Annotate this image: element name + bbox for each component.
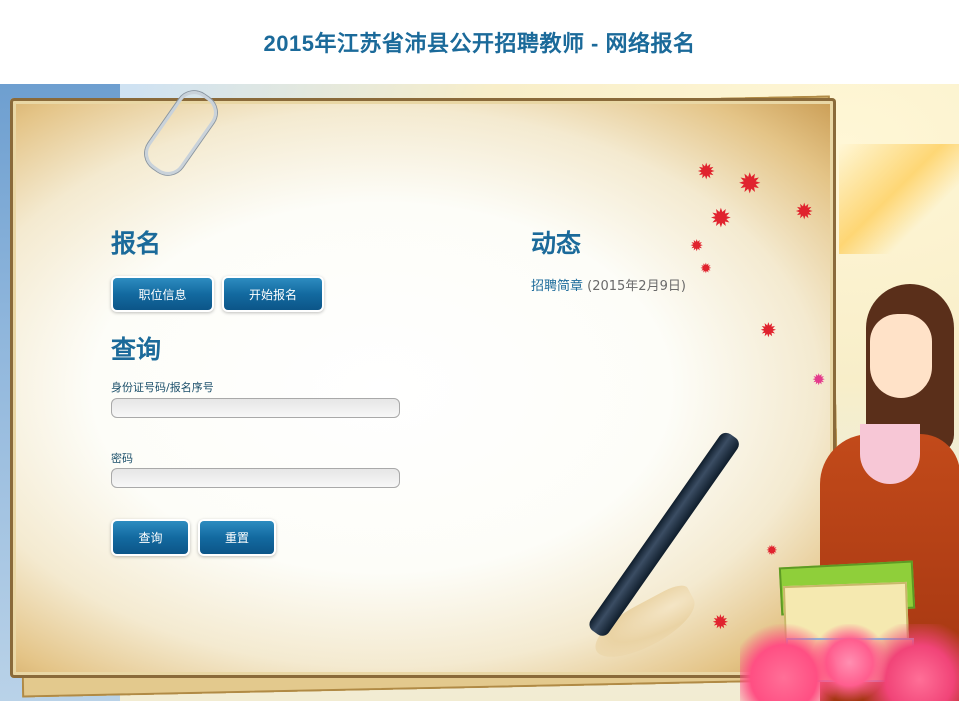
reset-button[interactable]: 重置: [200, 521, 274, 554]
page-title: 2015年江苏省沛县公开招聘教师 - 网络报名: [263, 31, 696, 56]
password-label: 密码: [111, 452, 133, 465]
job-info-button[interactable]: 职位信息: [113, 278, 212, 310]
teacher-collar: [860, 424, 920, 484]
maple-leaf-icon: ✹: [712, 610, 729, 634]
maple-leaf-icon: ✹: [710, 204, 732, 234]
maple-leaf-icon: ✹: [697, 160, 716, 185]
maple-leaf-icon: ✹: [738, 167, 762, 200]
maple-leaf-icon: ✹: [766, 543, 778, 559]
sun-rays-decoration: [839, 144, 959, 254]
query-title: 查询: [111, 335, 162, 364]
password-input[interactable]: [111, 468, 400, 488]
maple-leaf-icon: ✹: [690, 236, 704, 255]
start-registration-button[interactable]: 开始报名: [224, 278, 322, 310]
maple-leaf-icon: ✹: [760, 318, 777, 342]
news-title: 动态: [531, 229, 582, 258]
news-item: 招聘简章 (2015年2月9日): [531, 275, 686, 294]
news-date: (2015年2月9日): [587, 279, 686, 294]
page-header: 2015年江苏省沛县公开招聘教师 - 网络报名: [0, 0, 959, 84]
register-title: 报名: [111, 229, 162, 258]
query-button[interactable]: 查询: [113, 521, 188, 554]
teacher-face: [870, 314, 932, 398]
news-link[interactable]: 招聘简章: [531, 279, 583, 294]
maple-leaf-icon: ✹: [700, 261, 712, 277]
flowers-decoration: [740, 624, 959, 701]
maple-leaf-icon: ✹: [795, 200, 814, 225]
id-number-label: 身份证号码/报名序号: [111, 381, 214, 394]
id-number-input[interactable]: [111, 398, 400, 418]
